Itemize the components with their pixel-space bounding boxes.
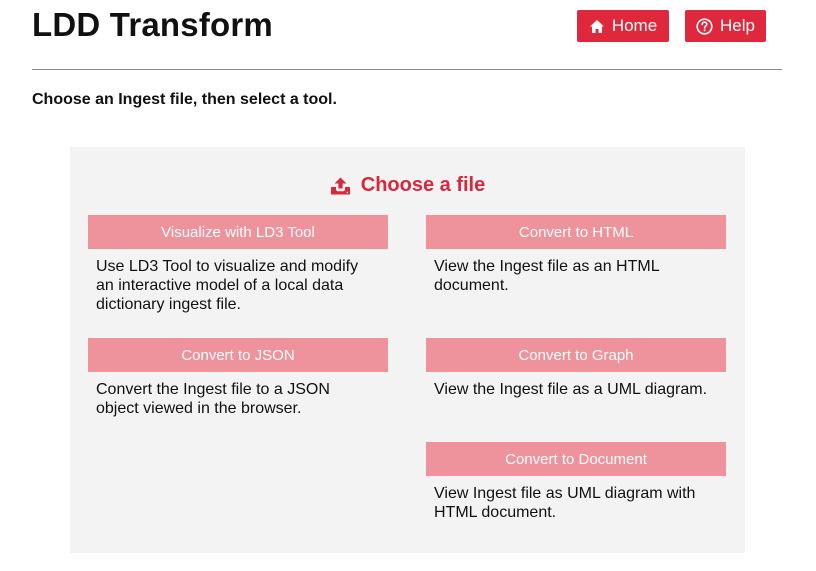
choose-file-button[interactable]: Choose a file — [70, 174, 745, 197]
page-title: LDD Transform — [32, 6, 273, 43]
convert-graph-button[interactable]: Convert to Graph — [426, 338, 726, 372]
home-button[interactable]: Home — [577, 10, 669, 42]
help-button-label: Help — [720, 16, 755, 35]
home-button-label: Home — [611, 16, 658, 35]
visualize-ld3-description: Use LD3 Tool to visualize and modify an … — [96, 258, 359, 313]
help-button[interactable]: Help — [685, 10, 766, 42]
convert-graph-description: View the Ingest file as a UML diagram. — [434, 381, 708, 398]
convert-html-description: View the Ingest file as an HTML document… — [434, 258, 659, 294]
convert-json-description: Convert the Ingest file to a JSON object… — [96, 381, 330, 417]
tools-panel: Choose a file Visualize with LD3 Tool Us… — [70, 147, 745, 553]
help-icon — [696, 17, 713, 35]
choose-file-label: Choose a file — [360, 174, 486, 196]
visualize-ld3-button[interactable]: Visualize with LD3 Tool — [88, 215, 388, 249]
convert-document-button[interactable]: Convert to Document — [426, 442, 726, 476]
convert-json-button[interactable]: Convert to JSON — [88, 338, 388, 372]
instruction-text: Choose an Ingest file, then select a too… — [32, 91, 337, 108]
upload-icon — [330, 177, 350, 194]
header-divider — [32, 69, 782, 70]
home-icon — [589, 19, 604, 33]
convert-document-description: View Ingest file as UML diagram with HTM… — [434, 485, 696, 521]
convert-html-button[interactable]: Convert to HTML — [426, 215, 726, 249]
